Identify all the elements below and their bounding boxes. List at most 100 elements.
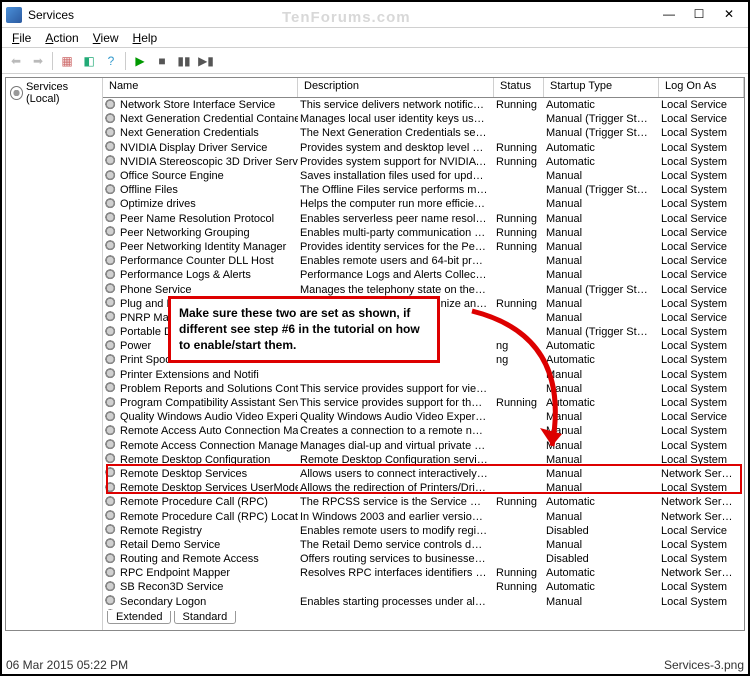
stop-button[interactable]: ■ <box>152 51 172 71</box>
tab-standard[interactable]: Standard <box>174 611 237 624</box>
service-startup: Manual <box>544 312 659 324</box>
service-name: RPC Endpoint Mapper <box>120 567 230 579</box>
service-startup: Manual <box>544 596 659 608</box>
tab-extended[interactable]: Extended <box>107 611 171 624</box>
col-logon[interactable]: Log On As <box>659 78 744 97</box>
table-row[interactable]: SB Recon3D ServiceRunningAutomaticLocal … <box>103 580 744 594</box>
service-status: Running <box>494 227 544 239</box>
tabs: Extended Standard <box>103 610 744 630</box>
service-name: Peer Networking Identity Manager <box>120 241 286 253</box>
services-icon <box>6 7 22 23</box>
table-row[interactable]: Next Generation CredentialsThe Next Gene… <box>103 126 744 140</box>
table-row[interactable]: Peer Networking GroupingEnables multi-pa… <box>103 226 744 240</box>
table-row[interactable]: Quality Windows Audio Video ExperienceQu… <box>103 410 744 424</box>
table-row[interactable]: Office Source EngineSaves installation f… <box>103 169 744 183</box>
restart-button[interactable]: ▶▮ <box>196 51 216 71</box>
service-status: Running <box>494 99 544 111</box>
service-name: Printer Extensions and Notifi <box>120 369 259 381</box>
service-logon: Network Service <box>659 496 744 508</box>
table-row[interactable]: Remote RegistryEnables remote users to m… <box>103 524 744 538</box>
service-icon <box>105 397 118 410</box>
col-startup[interactable]: Startup Type <box>544 78 659 97</box>
properties-button[interactable]: ▦ <box>57 51 77 71</box>
table-row[interactable]: NVIDIA Stereoscopic 3D Driver ServicePro… <box>103 155 744 169</box>
back-button[interactable]: ⬅ <box>6 51 26 71</box>
table-row[interactable]: Network Store Interface ServiceThis serv… <box>103 98 744 112</box>
menu-view[interactable]: View <box>87 30 125 46</box>
titlebar: Services <box>2 2 748 28</box>
service-startup: Manual <box>544 482 659 494</box>
service-icon <box>105 255 118 268</box>
table-row[interactable]: Problem Reports and Solutions Control Pa… <box>103 382 744 396</box>
service-icon <box>105 184 118 197</box>
col-status[interactable]: Status <box>494 78 544 97</box>
service-logon: Local System <box>659 397 744 409</box>
table-row[interactable]: Secondary LogonEnables starting processe… <box>103 595 744 609</box>
table-row[interactable]: Remote Procedure Call (RPC)The RPCSS ser… <box>103 495 744 509</box>
service-startup: Manual <box>544 511 659 523</box>
table-row[interactable]: Remote Procedure Call (RPC) LocatorIn Wi… <box>103 509 744 523</box>
col-description[interactable]: Description <box>298 78 494 97</box>
service-status: Running <box>494 213 544 225</box>
table-row[interactable]: RPC Endpoint MapperResolves RPC interfac… <box>103 566 744 580</box>
service-name: Remote Desktop Services UserMode Port Re… <box>120 482 298 494</box>
table-row[interactable]: Next Generation Credential Container Ser… <box>103 112 744 126</box>
table-row[interactable]: NVIDIA Display Driver ServiceProvides sy… <box>103 141 744 155</box>
start-button[interactable]: ▶ <box>130 51 150 71</box>
service-name: Offline Files <box>120 184 178 196</box>
service-desc: Remote Desktop Configuration service (RD… <box>298 454 494 466</box>
table-row[interactable]: Routing and Remote AccessOffers routing … <box>103 552 744 566</box>
menu-action[interactable]: Action <box>39 30 84 46</box>
service-icon <box>105 382 118 395</box>
service-name: SB Recon3D Service <box>120 581 223 593</box>
table-row[interactable]: Offline Files The Offline Files service p… <box>103 183 744 197</box>
table-row[interactable]: Remote Desktop Services UserMode Port Re… <box>103 481 744 495</box>
service-desc: The Offline Files service performs maint… <box>298 184 494 196</box>
service-desc: Enables multi-party communication using … <box>298 227 494 239</box>
minimize-button[interactable] <box>654 5 684 25</box>
table-row[interactable]: Remote Desktop ConfigurationRemote Deskt… <box>103 453 744 467</box>
service-startup: Manual <box>544 369 659 381</box>
table-row[interactable]: Performance Counter DLL HostEnables remo… <box>103 254 744 268</box>
service-icon <box>105 170 118 183</box>
service-startup: Manual (Trigger Start) <box>544 127 659 139</box>
service-logon: Local System <box>659 440 744 452</box>
table-row[interactable]: Peer Name Resolution ProtocolEnables ser… <box>103 212 744 226</box>
service-startup: Automatic <box>544 496 659 508</box>
menu-help[interactable]: Help <box>127 30 164 46</box>
help-button[interactable]: ? <box>101 51 121 71</box>
col-name[interactable]: Name <box>103 78 298 97</box>
table-row[interactable]: Phone ServiceManages the telephony state… <box>103 282 744 296</box>
service-desc: Quality Windows Audio Video Experience (… <box>298 411 494 423</box>
status-filename: Services-3.png <box>664 658 744 672</box>
table-row[interactable]: Program Compatibility Assistant ServiceT… <box>103 396 744 410</box>
service-name: Problem Reports and Solutions Control Pa… <box>120 383 298 395</box>
table-row[interactable]: Peer Networking Identity Manager Provides… <box>103 240 744 254</box>
pause-button[interactable]: ▮▮ <box>174 51 194 71</box>
service-desc: Provides system support for NVIDIA Stere… <box>298 156 494 168</box>
tree-node-services[interactable]: Services (Local) <box>8 80 100 106</box>
forward-button[interactable]: ➡ <box>28 51 48 71</box>
table-row[interactable]: Remote Access Auto Connection ManagerCre… <box>103 424 744 438</box>
table-row[interactable]: Performance Logs & AlertsPerformance Log… <box>103 268 744 282</box>
service-status: Running <box>494 581 544 593</box>
service-startup: Manual (Trigger Start) <box>544 284 659 296</box>
service-desc: Enables remote users and 64-bit processe… <box>298 255 494 267</box>
service-logon: Local Service <box>659 241 744 253</box>
menubar: File Action View Help <box>2 28 748 48</box>
table-row[interactable]: Remote Desktop ServicesAllows users to c… <box>103 467 744 481</box>
close-button[interactable] <box>714 5 744 25</box>
table-row[interactable]: Optimize drivesHelps the computer run mo… <box>103 197 744 211</box>
table-row[interactable]: Retail Demo ServiceThe Retail Demo servi… <box>103 538 744 552</box>
export-button[interactable]: ◧ <box>79 51 99 71</box>
table-row[interactable]: Printer Extensions and NotifiManualLocal… <box>103 368 744 382</box>
table-row[interactable]: Remote Access Connection ManagerManages … <box>103 439 744 453</box>
service-name: Remote Desktop Services <box>120 468 247 480</box>
service-logon: Local System <box>659 184 744 196</box>
service-desc: Provides identity services for the Peer … <box>298 241 494 253</box>
menu-file[interactable]: File <box>6 30 37 46</box>
service-logon: Local System <box>659 298 744 310</box>
service-startup: Manual <box>544 198 659 210</box>
maximize-button[interactable] <box>684 5 714 25</box>
service-icon <box>105 269 118 282</box>
